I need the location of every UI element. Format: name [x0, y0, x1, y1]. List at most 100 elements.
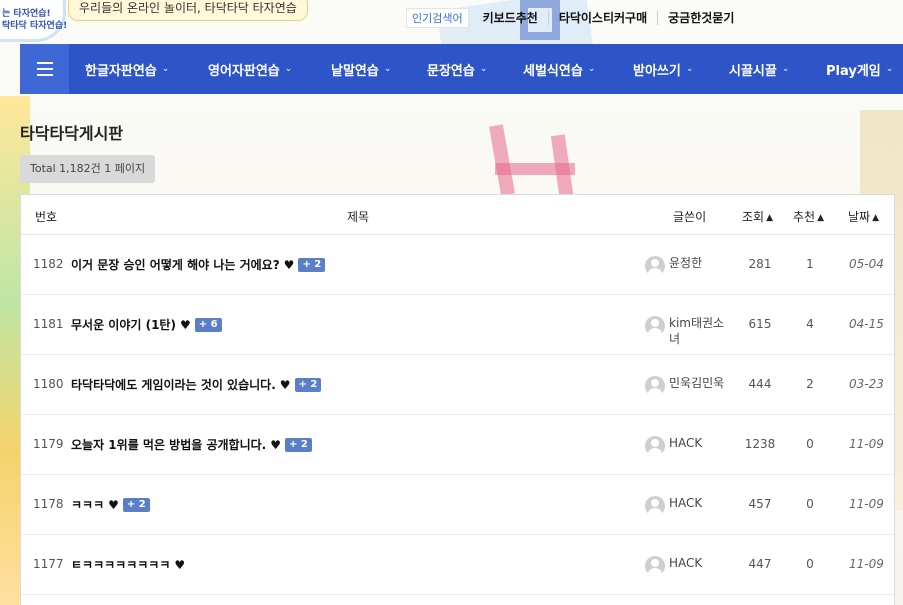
user-avatar-icon [645, 376, 665, 396]
author-name: kim태권소녀 [669, 316, 725, 346]
post-author[interactable]: 윤정한 [645, 255, 729, 276]
table-row: 1179 오늘자 1위를 먹은 방법을 공개합니다. ♥︎ + 2 HACK 1238 0 1… [21, 415, 894, 475]
recommend-count: 1 [806, 257, 814, 271]
table-row: 1181 무서운 이야기 (1탄) ♥︎ + 6 kim태권소녀 615 4 04-15 [21, 295, 894, 355]
recommend-count: 0 [806, 497, 814, 511]
view-count: 615 [748, 317, 772, 331]
post-author[interactable]: kim태권소녀 [645, 315, 729, 347]
post-title-link[interactable]: 오늘자 1위를 먹은 방법을 공개합니다. ♥︎ + 2 [71, 436, 312, 453]
nav-item-sentences[interactable]: 문장연습 ⌄ [427, 44, 487, 94]
post-author[interactable]: 민욱김민욱 [645, 375, 729, 396]
comment-count-badge: + 2 [294, 377, 322, 392]
view-count: 447 [748, 557, 772, 571]
total-count-badge: Total 1,182건 1 페이지 [20, 155, 156, 183]
nav-item-english[interactable]: 영어자판연습 ⌄ [208, 44, 292, 94]
post-date: 11-09 [849, 557, 884, 571]
heart-icon: ♥︎ [283, 257, 295, 272]
chevron-down-icon: ⌄ [685, 64, 694, 74]
post-title-link[interactable]: ㅋㅋㅋ ♥︎ + 2 [71, 496, 150, 513]
column-header-author: 글쓴이 [673, 210, 707, 224]
user-avatar-icon [645, 436, 665, 456]
view-count: 1238 [744, 437, 776, 451]
logo-text-line1: 는 타자연습! [2, 8, 51, 19]
post-author[interactable]: HACK [645, 435, 729, 456]
post-title-link[interactable]: 타닥타닥에도 게임이라는 것이 있습니다. ♥︎ + 2 [71, 376, 322, 393]
keyboard-recommend-link[interactable]: 키보드추천 [481, 11, 548, 25]
table-row: 1178 ㅋㅋㅋ ♥︎ + 2 HACK 457 0 11-09 [21, 475, 894, 535]
post-number: 1179 [33, 437, 64, 451]
chevron-down-icon: ⌄ [781, 64, 790, 74]
sort-by-recommend-button[interactable]: 추천 ▲︎ [793, 208, 824, 225]
background-letter-illustration [489, 115, 605, 196]
comment-count-badge: + 2 [298, 257, 326, 272]
chevron-down-icon: ⌄ [479, 64, 488, 74]
post-title-link[interactable]: ㅌㅋㅋㅋㅋㅋㅋㅋㅋ ♥︎ [71, 556, 185, 573]
main-nav: 한글자판연습 ⌄ 영어자판연습 ⌄ 낱말연습 ⌄ 문장연습 ⌄ 세벌식연습 ⌄ 받아쓰기 ⌄… [20, 44, 903, 94]
table-header: 번호 제목 글쓴이 조회 ▲︎ 추천 ▲︎ 날짜 ▲︎ [21, 195, 894, 235]
sort-icon: ▲︎ [872, 213, 880, 223]
sort-by-date-button[interactable]: 날짜 ▲︎ [848, 208, 879, 225]
sort-by-views-button[interactable]: 조회 ▲︎ [742, 208, 773, 225]
nav-item-words[interactable]: 낱말연습 ⌄ [331, 44, 391, 94]
author-name: 윤정한 [669, 256, 703, 270]
view-count: 281 [748, 257, 772, 271]
recommend-count: 2 [806, 377, 814, 391]
user-avatar-icon [645, 316, 665, 336]
author-name: HACK [669, 496, 703, 510]
hamburger-menu-icon[interactable] [20, 44, 69, 94]
recommend-count: 0 [806, 557, 814, 571]
table-row: 1177 ㅌㅋㅋㅋㅋㅋㅋㅋㅋ ♥︎ HACK 447 0 11-09 [21, 535, 894, 595]
sticker-purchase-link[interactable]: 타닥이스티커구매 [547, 11, 657, 25]
site-tagline: 우리들의 온라인 놀이터, 타닥타닥 타자연습 [68, 0, 308, 21]
author-name: 민욱김민욱 [669, 376, 725, 390]
author-name: HACK [669, 556, 703, 570]
post-date: 11-09 [849, 437, 884, 451]
chevron-down-icon: ⌄ [161, 64, 170, 74]
nav-item-sebeolsik[interactable]: 세벌식연습 ⌄ [523, 44, 595, 94]
post-title: 이거 문장 승인 어떻게 해야 나는 거에요? [71, 258, 280, 272]
user-avatar-icon [645, 496, 665, 516]
post-title-link[interactable]: 무서운 이야기 (1탄) ♥︎ + 6 [71, 316, 222, 333]
page-title: 타닥타닥게시판 [20, 124, 124, 143]
chevron-down-icon: ⌄ [885, 64, 894, 74]
user-avatar-icon [645, 556, 665, 576]
hot-keyword-button[interactable]: 인기검색어 [406, 8, 469, 28]
post-title-link[interactable]: 이거 문장 승인 어떻게 해야 나는 거에요? ♥︎ + 2 [71, 256, 326, 273]
post-author[interactable]: HACK [645, 555, 729, 576]
view-count: 457 [748, 497, 772, 511]
post-date: 04-15 [849, 317, 884, 331]
column-header-subject: 제목 [347, 210, 370, 224]
post-number: 1178 [33, 497, 64, 511]
post-author[interactable]: HACK [645, 495, 729, 516]
post-title: ㅋㅋㅋ [71, 498, 105, 512]
post-title: 무서운 이야기 (1탄) [71, 318, 176, 332]
heart-icon: ♥︎ [179, 317, 191, 332]
author-name: HACK [669, 436, 703, 450]
sort-icon: ▲︎ [766, 213, 774, 223]
table-row: 1182 이거 문장 승인 어떻게 해야 나는 거에요? ♥︎ + 2 윤정한 281 1 0… [21, 235, 894, 295]
post-title: 타닥타닥에도 게임이라는 것이 있습니다. [71, 378, 276, 392]
column-header-number: 번호 [35, 210, 58, 224]
heart-icon: ♥︎ [270, 437, 281, 452]
logo-text-line2: 탁타닥 타자연습! [2, 20, 68, 31]
nav-item-games[interactable]: Play게임 ⌄ [826, 44, 893, 94]
post-number: 1182 [33, 257, 64, 271]
post-title: ㅌㅋㅋㅋㅋㅋㅋㅋㅋ [71, 558, 171, 572]
nav-item-hangul[interactable]: 한글자판연습 ⌄ [85, 44, 169, 94]
post-title: 오늘자 1위를 먹은 방법을 공개합니다. [71, 438, 267, 452]
nav-item-dictation[interactable]: 받아쓰기 ⌄ [633, 44, 693, 94]
post-date: 11-09 [849, 497, 884, 511]
post-date: 03-23 [849, 377, 884, 391]
top-links: 인기검색어 키보드추천 타닥이스티커구매 궁금한것묻기 [406, 8, 744, 28]
ask-question-link[interactable]: 궁금한것묻기 [657, 11, 744, 25]
comment-count-badge: + 6 [194, 317, 222, 332]
heart-icon: ♥︎ [279, 377, 291, 392]
post-number: 1180 [33, 377, 64, 391]
chevron-down-icon: ⌄ [383, 64, 392, 74]
recommend-count: 0 [806, 437, 814, 451]
recommend-count: 4 [806, 317, 814, 331]
board-table: 번호 제목 글쓴이 조회 ▲︎ 추천 ▲︎ 날짜 ▲︎ 1182 이거 문장 승인 어떻… [20, 194, 895, 605]
nav-item-community[interactable]: 시끌시끌 ⌄ [729, 44, 789, 94]
chevron-down-icon: ⌄ [284, 64, 293, 74]
comment-count-badge: + 2 [285, 437, 312, 452]
